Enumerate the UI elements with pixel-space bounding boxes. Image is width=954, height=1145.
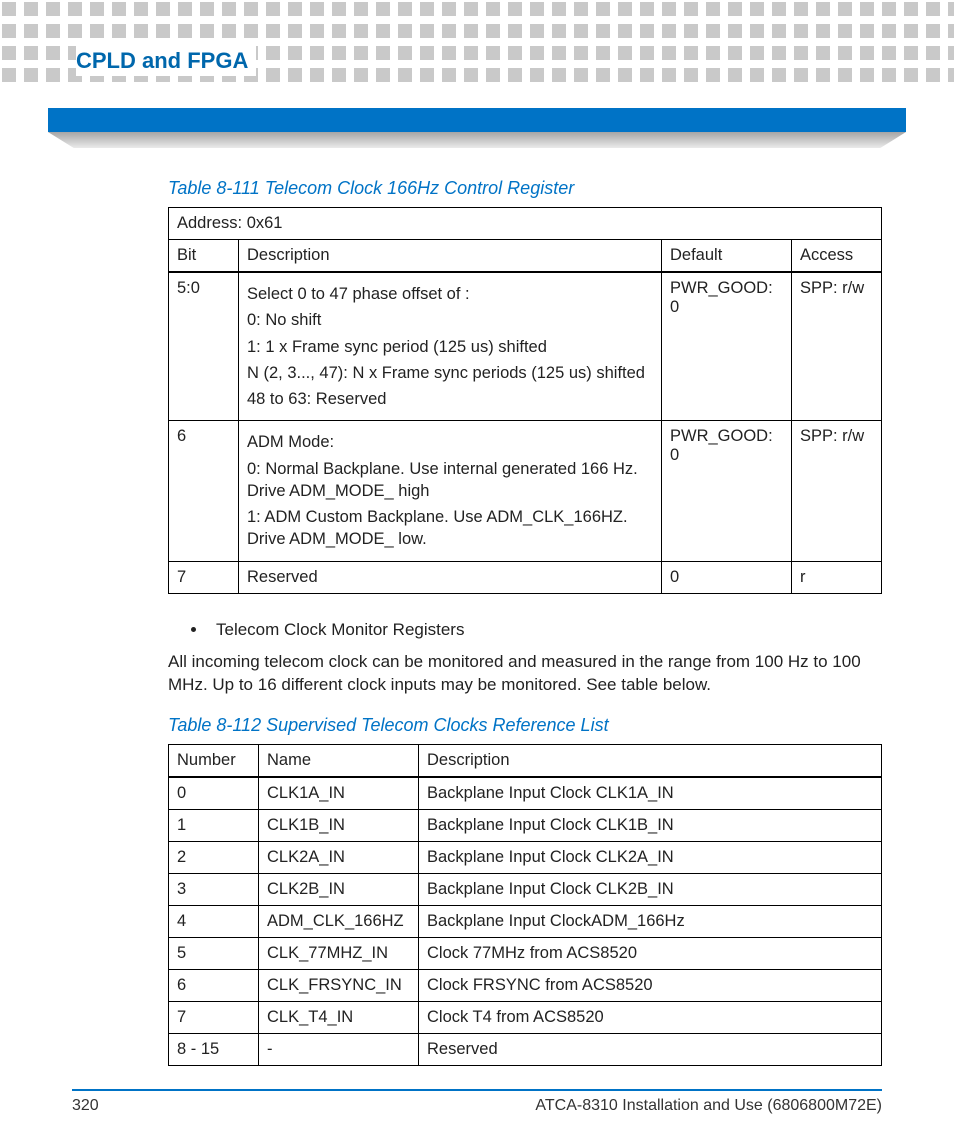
table-row: 7 CLK_T4_IN Clock T4 from ACS8520 (169, 1002, 882, 1034)
col-desc: Description (419, 745, 882, 778)
col-desc: Description (239, 240, 662, 273)
cell-access: SPP: r/w (792, 421, 882, 561)
header-pattern: CPLD and FPGA (0, 0, 954, 90)
col-bit: Bit (169, 240, 239, 273)
table-row: 2 CLK2A_IN Backplane Input Clock CLK2A_I… (169, 842, 882, 874)
doc-title: ATCA-8310 Installation and Use (6806800M… (535, 1097, 882, 1115)
page: CPLD and FPGA Table 8-111 Telecom Clock … (0, 0, 954, 1145)
table-row: 3 CLK2B_IN Backplane Input Clock CLK2B_I… (169, 874, 882, 906)
cell-access: r (792, 561, 882, 593)
cell-desc: Reserved (239, 561, 662, 593)
bullet-list: Telecom Clock Monitor Registers (168, 620, 882, 640)
address-cell: Address: 0x61 (169, 208, 882, 240)
cell-desc: ADM Mode: 0: Normal Backplane. Use inter… (239, 421, 662, 561)
col-access: Access (792, 240, 882, 273)
cell-bit: 5:0 (169, 272, 239, 421)
page-footer: 320 ATCA-8310 Installation and Use (6806… (72, 1089, 882, 1115)
dot-grid-icon (0, 0, 954, 90)
footer-rule (72, 1089, 882, 1091)
section-title: CPLD and FPGA (76, 46, 256, 76)
table-row: Address: 0x61 (169, 208, 882, 240)
table-caption-2: Table 8-112 Supervised Telecom Clocks Re… (168, 715, 882, 736)
cell-desc: Select 0 to 47 phase offset of : 0: No s… (239, 272, 662, 421)
table-header-row: Number Name Description (169, 745, 882, 778)
cell-default: PWR_GOOD: 0 (662, 421, 792, 561)
table-control-register: Address: 0x61 Bit Description Default Ac… (168, 207, 882, 594)
cell-default: 0 (662, 561, 792, 593)
table-row: 7 Reserved 0 r (169, 561, 882, 593)
table-row: 5:0 Select 0 to 47 phase offset of : 0: … (169, 272, 882, 421)
col-name: Name (259, 745, 419, 778)
body-paragraph: All incoming telecom clock can be monito… (168, 650, 882, 698)
table-row: 4 ADM_CLK_166HZ Backplane Input ClockADM… (169, 906, 882, 938)
table-header-row: Bit Description Default Access (169, 240, 882, 273)
table-row: 0 CLK1A_IN Backplane Input Clock CLK1A_I… (169, 777, 882, 810)
table-caption-1: Table 8-111 Telecom Clock 166Hz Control … (168, 178, 882, 199)
table-row: 8 - 15 - Reserved (169, 1034, 882, 1066)
col-number: Number (169, 745, 259, 778)
table-reference-list: Number Name Description 0 CLK1A_IN Backp… (168, 744, 882, 1066)
table-row: 5 CLK_77MHZ_IN Clock 77MHz from ACS8520 (169, 938, 882, 970)
table-row: 6 ADM Mode: 0: Normal Backplane. Use int… (169, 421, 882, 561)
header-rule (48, 108, 906, 132)
table-row: 1 CLK1B_IN Backplane Input Clock CLK1B_I… (169, 810, 882, 842)
table-row: 6 CLK_FRSYNC_IN Clock FRSYNC from ACS852… (169, 970, 882, 1002)
cell-bit: 7 (169, 561, 239, 593)
page-number: 320 (72, 1097, 99, 1115)
content-area: Table 8-111 Telecom Clock 166Hz Control … (168, 178, 882, 1066)
col-default: Default (662, 240, 792, 273)
cell-default: PWR_GOOD: 0 (662, 272, 792, 421)
header-shadow (48, 132, 906, 148)
cell-bit: 6 (169, 421, 239, 561)
cell-access: SPP: r/w (792, 272, 882, 421)
list-item: Telecom Clock Monitor Registers (208, 620, 882, 640)
